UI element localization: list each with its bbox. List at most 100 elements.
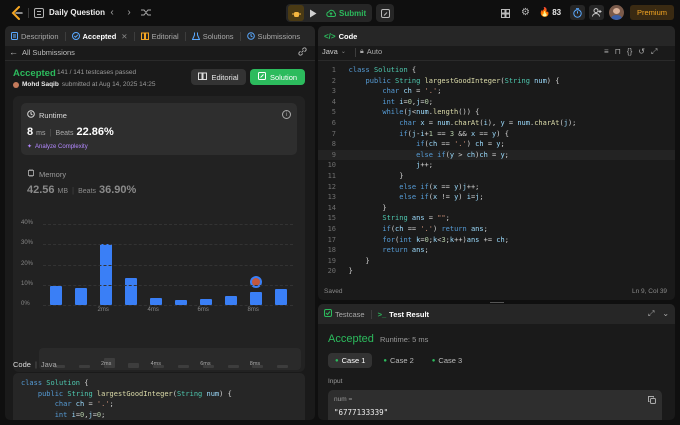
code-line[interactable]: 11 } bbox=[318, 171, 675, 182]
performance-card: Runtime i 8 ms | Beats 22.86% ✦ Analyze C… bbox=[13, 96, 305, 372]
format-icon[interactable]: ≡ bbox=[604, 47, 609, 57]
terminal-icon: >_ bbox=[377, 309, 387, 319]
case-2-tab[interactable]: ● Case 2 bbox=[376, 353, 420, 368]
y-tick-label: 20% bbox=[21, 260, 34, 267]
code-line[interactable]: 12 else if(x == y)j++; bbox=[318, 182, 675, 193]
problem-list-link[interactable]: Daily Question bbox=[49, 8, 105, 17]
chart-bar[interactable] bbox=[249, 291, 262, 305]
chart-bar[interactable] bbox=[99, 244, 112, 305]
code-line[interactable]: 19 } bbox=[318, 256, 675, 267]
y-tick-label: 40% bbox=[21, 220, 34, 226]
solution-button[interactable]: Solution bbox=[250, 69, 305, 85]
code-line[interactable]: 17 for(int k=0;k<3;k++)ans += ch; bbox=[318, 235, 675, 246]
code-line[interactable]: 7 if(j-i+1 == 3 && x == y) { bbox=[318, 129, 675, 140]
chart-bar[interactable] bbox=[274, 288, 287, 305]
code-line[interactable]: 18 return ans; bbox=[318, 245, 675, 256]
line-number: 7 bbox=[331, 129, 336, 138]
code-line[interactable]: 3 char ch = '.'; bbox=[318, 86, 675, 97]
layout-icon[interactable] bbox=[500, 8, 510, 18]
code-line[interactable]: 5 while(j<num.length()) { bbox=[318, 107, 675, 118]
analyze-complexity-link[interactable]: ✦ Analyze Complexity bbox=[27, 143, 88, 151]
shuffle-icon[interactable] bbox=[140, 7, 151, 18]
tab-accepted[interactable]: Accepted ✕ bbox=[66, 26, 134, 46]
code-line[interactable]: 16 if(ch == '.') return ans; bbox=[318, 224, 675, 235]
gear-icon[interactable]: ⚙ bbox=[520, 7, 531, 18]
maximize-icon[interactable]: ⤢ bbox=[648, 309, 654, 319]
range-selector[interactable]: 2ms 4ms 6ms 8ms bbox=[39, 348, 301, 370]
code-line[interactable]: 1 class Solution { bbox=[318, 65, 675, 76]
back-to-submissions[interactable]: ← All Submissions bbox=[9, 47, 75, 57]
code-line[interactable]: 13 else if(x != y) i=j; bbox=[318, 192, 675, 203]
copy-icon[interactable] bbox=[648, 396, 656, 406]
arrow-left-icon: ← bbox=[9, 47, 18, 57]
y-tick-label: 10% bbox=[21, 280, 34, 287]
language-select[interactable]: Java ⌄ bbox=[322, 47, 346, 56]
chart-bar[interactable] bbox=[74, 287, 87, 305]
beats-divider: | bbox=[72, 186, 75, 195]
problem-list-icon[interactable] bbox=[33, 7, 44, 18]
your-submission-marker bbox=[249, 275, 262, 288]
tab-editorial[interactable]: Editorial bbox=[135, 26, 185, 46]
code-area[interactable]: 1 class Solution {2 public String larges… bbox=[318, 65, 675, 277]
share-link-icon[interactable] bbox=[297, 46, 307, 56]
chart-bar[interactable] bbox=[224, 295, 237, 305]
code-line[interactable]: 20 } bbox=[318, 266, 675, 277]
x-tick-label: 6ms bbox=[197, 307, 209, 313]
notes-button[interactable] bbox=[376, 4, 394, 22]
chart-bar[interactable] bbox=[124, 277, 137, 305]
chevron-down-icon: ⌄ bbox=[340, 49, 346, 55]
run-icon[interactable] bbox=[306, 5, 320, 21]
memory-title[interactable]: Memory bbox=[27, 169, 66, 179]
flame-icon: 🔥 bbox=[539, 7, 551, 17]
collapse-icon[interactable]: ⌄ bbox=[662, 309, 669, 319]
submitted-at: submitted at Aug 14, 2025 14:25 bbox=[61, 81, 156, 88]
autocomplete-mode[interactable]: 🔒︎ Auto bbox=[360, 47, 382, 56]
logo-icon[interactable] bbox=[10, 6, 24, 20]
tab-description[interactable]: Description bbox=[5, 26, 65, 46]
editorial-button[interactable]: Editorial bbox=[191, 69, 246, 85]
code-line[interactable]: 9 else if(y > ch)ch = y; bbox=[318, 149, 675, 161]
code-line[interactable]: 10 j++; bbox=[318, 160, 675, 171]
username[interactable]: Mohd Saqib bbox=[22, 81, 59, 88]
code-line[interactable]: 15 String ans = ""; bbox=[318, 213, 675, 224]
tab-submissions[interactable]: Submissions bbox=[241, 26, 307, 46]
cursor-position: Ln 9, Col 39 bbox=[632, 288, 668, 295]
runtime-card[interactable]: Runtime i 8 ms | Beats 22.86% ✦ Analyze C… bbox=[21, 103, 297, 155]
reset-icon[interactable]: ↺ bbox=[638, 47, 645, 57]
premium-button[interactable]: Premium bbox=[630, 5, 674, 20]
fullscreen-icon[interactable]: ⤢ bbox=[651, 47, 657, 57]
line-number: 13 bbox=[327, 193, 336, 202]
runtime-value: 8 bbox=[27, 126, 34, 138]
line-number: 10 bbox=[327, 161, 336, 170]
info-icon[interactable]: i bbox=[282, 110, 291, 119]
prev-problem-icon[interactable]: ‹ bbox=[107, 7, 117, 18]
code-line[interactable]: 4 int i=0,j=0; bbox=[318, 97, 675, 108]
chart-bar[interactable] bbox=[49, 285, 62, 305]
runtime-unit: ms bbox=[36, 130, 46, 137]
timer-icon[interactable] bbox=[570, 5, 585, 20]
tab-testcase[interactable]: Testcase bbox=[318, 304, 371, 324]
tab-code[interactable]: </> Code bbox=[318, 26, 363, 46]
panel-controls: ⤢ ⌄ bbox=[648, 309, 669, 319]
runtime-title: Runtime bbox=[27, 110, 67, 120]
tab-solutions[interactable]: Solutions bbox=[186, 26, 240, 46]
chart-bar[interactable] bbox=[149, 297, 162, 305]
next-problem-icon[interactable]: › bbox=[124, 7, 134, 18]
case-3-tab[interactable]: ● Case 3 bbox=[425, 353, 469, 368]
memory-value: 42.56 bbox=[27, 184, 55, 196]
sparkle-icon: ✦ bbox=[27, 144, 33, 150]
close-tab-icon[interactable]: ✕ bbox=[121, 32, 127, 41]
code-line[interactable]: 8 if(ch == '.') ch = y; bbox=[318, 139, 675, 150]
add-user-icon[interactable] bbox=[589, 5, 604, 20]
code-line[interactable]: 6 char x = num.charAt(i), y = num.charAt… bbox=[318, 118, 675, 129]
braces-icon[interactable]: {} bbox=[627, 47, 632, 57]
tab-test-result[interactable]: >_ Test Result bbox=[372, 304, 435, 324]
bookmark-icon[interactable]: ⊓ bbox=[615, 47, 621, 57]
submit-button[interactable]: Submit bbox=[322, 5, 370, 21]
code-line[interactable]: 2 public String largestGoodInteger(Strin… bbox=[318, 76, 675, 87]
avatar[interactable] bbox=[609, 5, 624, 20]
debug-icon[interactable] bbox=[288, 5, 304, 21]
code-line[interactable]: 14 } bbox=[318, 203, 675, 214]
streak-counter[interactable]: 🔥 83 bbox=[539, 7, 561, 18]
case-1-tab[interactable]: ● Case 1 bbox=[328, 353, 373, 368]
